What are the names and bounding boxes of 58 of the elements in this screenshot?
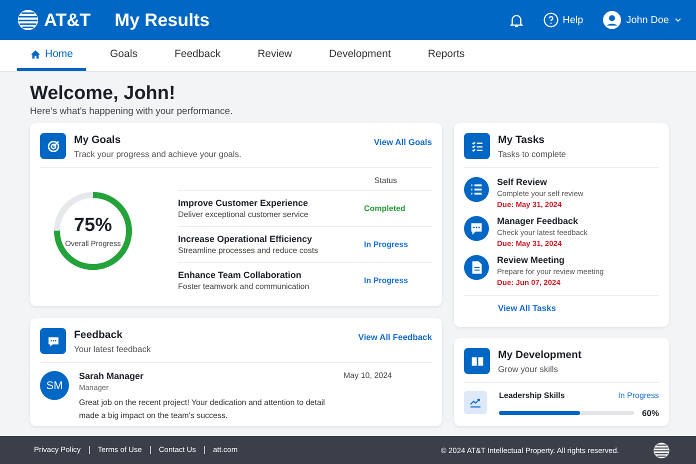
card-subtitle: Tasks to complete (498, 149, 568, 159)
view-all-goals-link[interactable]: View All Goals (374, 137, 432, 147)
task-name: Manager Feedback (497, 216, 580, 226)
help-icon (542, 12, 559, 28)
trend-chart-icon (464, 391, 487, 414)
app-title: My Results (114, 10, 210, 30)
chat-icon (464, 216, 489, 241)
caret-icon (674, 16, 682, 24)
book-icon (464, 348, 490, 374)
help-button[interactable]: Help (542, 12, 584, 28)
welcome-subtitle: Here's what's happening with your performance. (30, 106, 234, 117)
target-icon (40, 133, 66, 159)
goal-name: Enhance Team Collaboration (178, 270, 302, 280)
card-subtitle: Track your progress and achieve your goals. (74, 149, 242, 159)
welcome-heading: Welcome, John! (30, 82, 176, 106)
skill-status: In Progress (618, 391, 659, 400)
brand-name: AT&T (44, 10, 91, 30)
globe-logo-icon (653, 442, 670, 458)
skill-percent: 60% (642, 408, 659, 418)
card-title: My Tasks (498, 134, 546, 146)
goal-description: Streamline processes and reduce costs (178, 246, 320, 255)
view-all-feedback-link[interactable]: View All Feedback (358, 332, 432, 342)
user-avatar-icon (603, 11, 622, 29)
nav-tab[interactable]: Reports (414, 40, 478, 71)
task-name: Review Meeting (497, 255, 566, 265)
card-title: My Goals (74, 134, 122, 146)
avatar-initials: SM (40, 371, 69, 400)
user-menu-button[interactable]: John Doe (603, 11, 682, 29)
list-icon (464, 177, 489, 202)
goal-status: Completed (364, 204, 406, 213)
goal-name: Increase Operational Efficiency (178, 234, 314, 244)
view-all-tasks-link[interactable]: View All Tasks (498, 303, 556, 313)
nav-tab[interactable]: Development (316, 40, 404, 71)
skill-name: Leadership Skills (499, 391, 565, 400)
nav-tab[interactable]: Home (17, 40, 86, 71)
globe-logo-icon (17, 9, 39, 31)
feedback-message: Great job on the recent project! Your dedication and attention to detail made a big impact on the team's success. (79, 397, 326, 422)
progress-percent: 75% (74, 214, 112, 236)
home-icon (30, 48, 41, 60)
goal-status: In Progress (364, 240, 410, 249)
goal-status: In Progress (364, 276, 410, 285)
nav-tab[interactable]: Goals (97, 40, 150, 71)
status-column-heading: Status (374, 176, 397, 185)
goal-name: Improve Customer Experience (178, 198, 310, 208)
card-title: Feedback (74, 329, 124, 341)
card-title: My Development (498, 349, 582, 361)
document-icon (464, 255, 489, 280)
reviewer-name: Sarah Manager (79, 371, 144, 381)
task-name: Self Review (497, 177, 548, 187)
nav-tab[interactable]: Feedback (161, 40, 234, 71)
chat-icon (40, 328, 66, 354)
goal-description: Deliver exceptional customer service (178, 210, 310, 219)
feedback-date: May 10, 2024 (344, 371, 392, 381)
card-subtitle: Your latest feedback (74, 344, 152, 354)
card-subtitle: Grow your skills (498, 364, 559, 374)
checklist-icon (464, 133, 490, 159)
nav-tab[interactable]: Review (244, 40, 306, 71)
goal-description: Foster teamwork and communication (178, 282, 310, 291)
